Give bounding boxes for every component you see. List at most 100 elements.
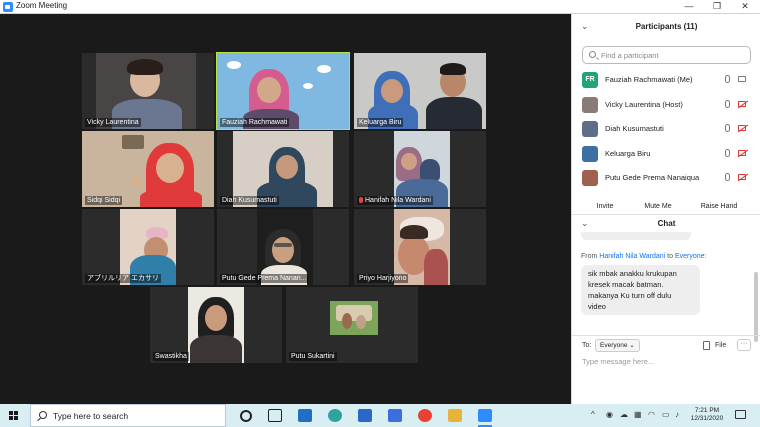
taskbar-clock[interactable]: 7:21 PM 12/31/2020 xyxy=(688,407,726,423)
battery-icon[interactable]: ▭ xyxy=(662,410,670,419)
clock-date: 12/31/2020 xyxy=(690,415,724,422)
taskbar-search-placeholder: Type here to search xyxy=(53,411,129,421)
file-explorer-icon[interactable] xyxy=(448,409,462,422)
chat-recipient-row: To: Everyone ⌄ File ··· xyxy=(572,339,760,353)
avatar xyxy=(582,170,598,186)
video-tile[interactable]: Diah Kusumastuti xyxy=(217,131,349,207)
invite-button[interactable]: Invite xyxy=(590,200,620,214)
avatar xyxy=(582,96,598,113)
search-icon xyxy=(39,411,47,419)
chat-divider xyxy=(572,335,760,336)
app-icon[interactable] xyxy=(388,409,402,422)
recipient-dropdown[interactable]: Everyone ⌄ xyxy=(595,339,640,352)
participant-row[interactable]: Vicky Laurentina (Host) xyxy=(572,93,760,118)
avatar: FR xyxy=(582,72,598,88)
video-tile[interactable]: Putu Gede Prema Nanan... xyxy=(217,209,349,285)
participant-list-name: Fauziah Rachmawati (Me) xyxy=(605,75,693,84)
maximize-button[interactable]: ❐ xyxy=(703,0,731,14)
video-off-icon[interactable] xyxy=(738,149,746,156)
minimize-button[interactable]: — xyxy=(675,0,703,14)
video-tile[interactable]: Putu Sukartini xyxy=(286,287,418,363)
tray-icon[interactable]: ▦ xyxy=(634,410,642,419)
mic-icon[interactable] xyxy=(725,99,730,108)
tray-up-arrow-icon[interactable]: ^ xyxy=(591,410,595,419)
participant-name: Diah Kusumastuti xyxy=(220,196,279,205)
video-camera-icon[interactable] xyxy=(738,76,746,82)
word-icon[interactable] xyxy=(358,409,372,422)
muted-mic-icon xyxy=(359,197,363,203)
participants-title: Participants (11) xyxy=(635,22,698,31)
participant-row[interactable]: Putu Gede Prema Nanaiqua xyxy=(572,166,760,187)
avatar xyxy=(582,121,598,137)
mail-icon[interactable] xyxy=(298,409,312,422)
participant-list-name: Keluarga Biru xyxy=(605,148,651,158)
volume-icon[interactable]: ♪ xyxy=(675,410,679,419)
video-off-icon[interactable] xyxy=(738,174,746,180)
title-bar: Zoom Meeting — ❐ ✕ xyxy=(0,0,760,14)
video-off-icon[interactable] xyxy=(738,100,746,107)
participant-list-name: Vicky Laurentina (Host) xyxy=(605,99,683,109)
zoom-app-icon xyxy=(3,2,13,12)
cortana-icon[interactable] xyxy=(240,410,252,422)
participant-name: アブリルリア エカサリ xyxy=(85,274,161,283)
video-gallery: Vicky Laurentina Fauziah Rachmawati Kelu… xyxy=(0,14,571,404)
video-off-icon[interactable] xyxy=(738,125,746,131)
participant-name: Sidqi Sidqi xyxy=(85,196,123,205)
tray-app-icon[interactable]: ◉ xyxy=(606,410,613,419)
search-placeholder: Find a participant xyxy=(601,51,659,60)
participant-actions: Invite Mute Me Raise Hand xyxy=(572,200,760,214)
participant-name: Hanifah Nila Wardani xyxy=(357,196,433,205)
participant-search-input[interactable]: Find a participant xyxy=(582,46,751,64)
video-tile[interactable]: Sidqi Sidqi xyxy=(82,131,214,207)
close-button[interactable]: ✕ xyxy=(731,0,759,14)
to-label: To: xyxy=(582,342,592,349)
chrome-icon[interactable] xyxy=(418,409,432,422)
video-tile[interactable]: Keluarga Biru xyxy=(354,53,486,129)
participant-list-name: Putu Gede Prema Nanaiqua xyxy=(605,173,700,182)
windows-start-icon[interactable] xyxy=(9,411,19,421)
video-tile-active[interactable]: Fauziah Rachmawati xyxy=(216,52,350,130)
file-button[interactable]: File xyxy=(715,342,726,349)
participant-name: Priyo Harjiyono xyxy=(357,274,409,283)
participant-name: Keluarga Biru xyxy=(357,118,404,127)
video-tile[interactable]: Priyo Harjiyono xyxy=(354,209,486,285)
participant-row[interactable]: FR Fauziah Rachmawati (Me) xyxy=(572,68,760,93)
participants-header: ⌄ Participants (11) xyxy=(572,14,760,40)
video-tile[interactable]: アブリルリア エカサリ xyxy=(82,209,214,285)
message-bubble: sik mbak anakku krukupan kresek macak ba… xyxy=(581,265,700,315)
mic-icon[interactable] xyxy=(725,75,730,83)
video-tile[interactable]: Swastikha xyxy=(150,287,282,363)
participant-row[interactable]: Keluarga Biru xyxy=(572,142,760,167)
search-icon xyxy=(589,51,596,58)
wifi-icon[interactable]: ◠ xyxy=(648,410,655,419)
file-icon[interactable] xyxy=(703,341,710,350)
more-options-button[interactable]: ··· xyxy=(737,339,751,351)
edge-icon[interactable] xyxy=(328,409,342,422)
message-sender-line: From Hanifah Nila Wardani to Everyone: xyxy=(581,253,707,260)
raise-hand-button[interactable]: Raise Hand xyxy=(696,200,742,214)
notification-icon[interactable] xyxy=(735,410,746,419)
mute-me-button[interactable]: Mute Me xyxy=(638,200,678,214)
taskbar-search-input[interactable]: Type here to search xyxy=(30,404,226,427)
participant-row[interactable]: Diah Kusumastuti xyxy=(572,117,760,142)
zoom-taskbar-icon[interactable] xyxy=(478,409,492,427)
video-tile[interactable]: Hanifah Nila Wardani xyxy=(354,131,486,207)
chat-scrollbar[interactable] xyxy=(754,272,758,342)
chat-message-input[interactable]: Type message here... xyxy=(582,357,654,366)
clock-time: 7:21 PM xyxy=(694,407,720,414)
participant-name: Vicky Laurentina xyxy=(85,118,141,127)
participant-list: FR Fauziah Rachmawati (Me) Vicky Laurent… xyxy=(572,68,760,187)
participant-name: Putu Gede Prema Nanan... xyxy=(220,274,309,283)
mic-icon[interactable] xyxy=(725,148,730,157)
recipient-name[interactable]: Everyone: xyxy=(675,253,707,260)
video-tile[interactable]: Vicky Laurentina xyxy=(82,53,214,129)
mic-icon[interactable] xyxy=(725,124,730,132)
mic-icon[interactable] xyxy=(725,173,730,181)
task-view-icon[interactable] xyxy=(268,409,282,422)
sender-name[interactable]: Hanifah Nila Wardani xyxy=(599,253,665,260)
participant-list-name: Diah Kusumastuti xyxy=(605,124,664,133)
side-panel: ⌄ Participants (11) Find a participant F… xyxy=(571,14,760,404)
participant-name: Putu Sukartini xyxy=(289,352,337,361)
cloud-icon[interactable]: ☁ xyxy=(620,410,628,419)
participant-name: Swastikha xyxy=(153,352,189,361)
